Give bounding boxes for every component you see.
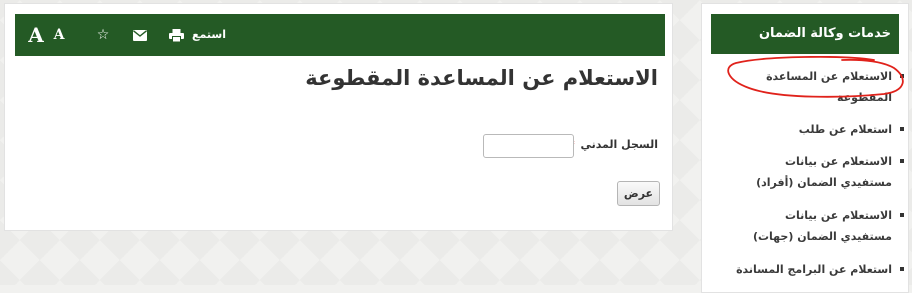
bullet-icon (900, 267, 904, 271)
listen-button[interactable]: استمع (189, 14, 229, 56)
civil-record-label-text: السجل المدني (580, 138, 658, 151)
sidebar-item-individual-beneficiaries[interactable]: الاستعلام عن بيانات مستفيدي الضمان (أفرا… (732, 151, 904, 193)
sidebar-title: خدمات وكالة الضمان (711, 14, 899, 54)
sidebar-item-support-programs[interactable]: استعلام عن البرامج المساندة (732, 259, 904, 280)
bullet-icon (900, 159, 904, 163)
main-panel: A A ☆ استمع الاستعلام عن المساعدة المقطو… (4, 3, 673, 231)
page-title: الاستعلام عن المساعدة المقطوعة (305, 66, 658, 90)
sidebar-item-entity-beneficiaries[interactable]: الاستعلام عن بيانات مستفيدي الضمان (جهات… (732, 205, 904, 247)
sidebar-item-cut-assistance[interactable]: الاستعلام عن المساعدة المقطوعة (732, 66, 904, 108)
page-toolbar: A A ☆ استمع (15, 14, 665, 56)
sidebar-item-label: الاستعلام عن المساعدة المقطوعة (766, 70, 892, 104)
civil-record-input[interactable] (483, 134, 574, 158)
submit-button[interactable]: عرض (617, 181, 660, 206)
sidebar-item-label: استعلام عن طلب (798, 123, 892, 136)
bullet-icon (900, 127, 904, 131)
envelope-icon[interactable] (131, 14, 149, 56)
civil-record-label: السجل المدني * (569, 138, 658, 151)
bullet-icon (900, 213, 904, 217)
sidebar-item-label: الاستعلام عن بيانات مستفيدي الضمان (أفرا… (756, 155, 892, 189)
bullet-icon (900, 74, 904, 78)
sidebar-item-request-inquiry[interactable]: استعلام عن طلب (732, 119, 904, 140)
increase-font-button[interactable]: A (25, 14, 47, 56)
sidebar-item-label: الاستعلام عن بيانات مستفيدي الضمان (جهات… (752, 209, 892, 243)
services-sidebar: خدمات وكالة الضمان الاستعلام عن المساعدة… (701, 3, 909, 293)
decrease-font-button[interactable]: A (51, 14, 67, 56)
printer-icon[interactable] (167, 14, 185, 56)
sidebar-item-label: استعلام عن البرامج المساندة (736, 263, 892, 276)
star-icon[interactable]: ☆ (95, 14, 111, 56)
